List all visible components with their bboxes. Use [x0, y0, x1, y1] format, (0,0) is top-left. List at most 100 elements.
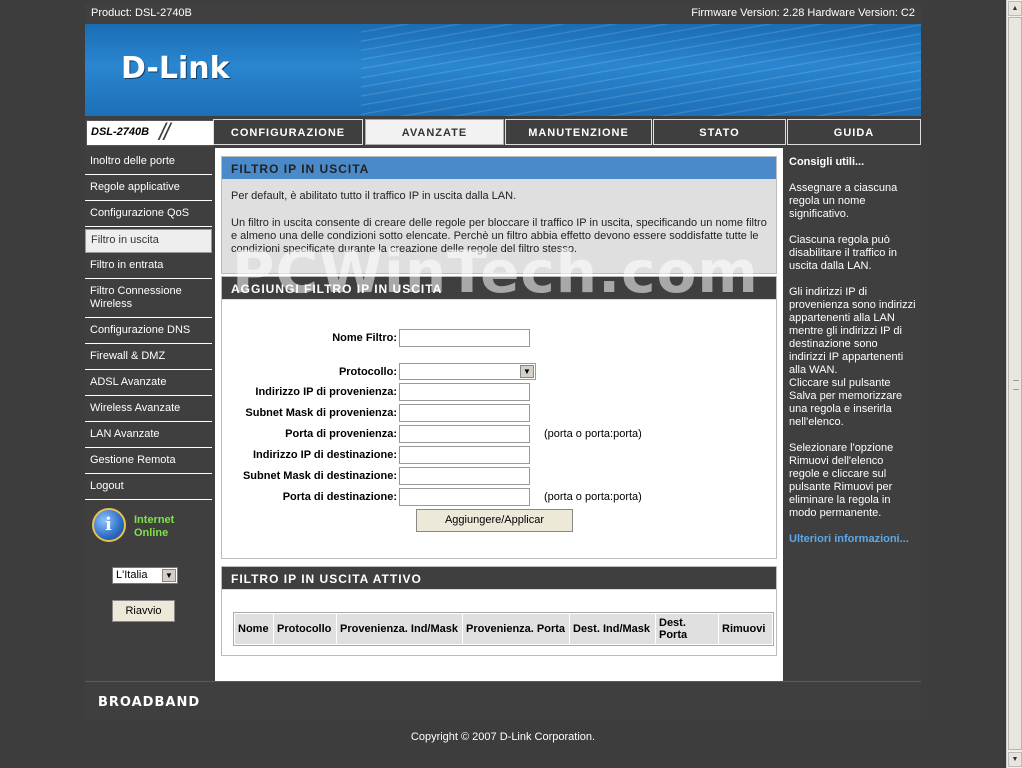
tab-manutenzione[interactable]: MANUTENZIONE: [505, 119, 652, 145]
filter-name-row: Nome Filtro:: [222, 329, 778, 349]
src-port-row: Porta di provenienza: (porta o porta:por…: [222, 425, 778, 445]
col-provenienza-porta: Provenienza. Porta: [463, 614, 569, 644]
slash-decoration-icon: //: [159, 119, 170, 146]
sidebar-item-lan-avanzate[interactable]: LAN Avanzate: [85, 424, 212, 448]
sidebar-item-filtro-entrata[interactable]: Filtro in entrata: [85, 255, 212, 279]
src-ip-label: Indirizzo IP di provenienza:: [255, 386, 397, 398]
language-select[interactable]: L'Italia ▼: [112, 567, 178, 584]
src-ip-row: Indirizzo IP di provenienza:: [222, 383, 778, 403]
active-filters-title: FILTRO IP IN USCITA ATTIVO: [222, 567, 776, 590]
sidebar-item-filtro-uscita[interactable]: Filtro in uscita: [85, 229, 212, 253]
col-dest-ind-mask: Dest. Ind/Mask: [570, 614, 655, 644]
router-page: Product: DSL-2740B Firmware Version: 2.2…: [85, 3, 921, 720]
intro-title: FILTRO IP IN USCITA: [222, 157, 776, 180]
sidebar-item-wireless-avanzate[interactable]: Wireless Avanzate: [85, 398, 212, 422]
add-filter-panel: AGGIUNGI FILTRO IP IN USCITA Nome Filtro…: [221, 276, 777, 559]
apply-button[interactable]: Aggiungere/Applicar: [416, 509, 573, 532]
src-ip-field[interactable]: [399, 383, 530, 401]
col-protocollo: Protocollo: [274, 614, 336, 644]
firmware-label: Firmware Version: 2.28 Hardware Version:…: [691, 7, 915, 19]
col-provenienza-ind-mask: Provenienza. Ind/Mask: [337, 614, 462, 644]
model-label: DSL-2740B: [91, 126, 150, 138]
help-panel: Consigli utili... Assegnare a ciascuna r…: [785, 148, 921, 681]
help-tip-5: Selezionare l'opzione Rimuovi dell'elenc…: [789, 442, 894, 519]
sidebar: Inoltro delle porte Regole applicative C…: [85, 148, 213, 681]
filter-name-field[interactable]: [399, 329, 530, 347]
intro-paragraph-1: Per default, è abilitato tutto il traffi…: [231, 190, 517, 202]
copyright-text: Copyright © 2007 D-Link Corporation.: [410, 731, 596, 743]
sidebar-item-configurazione-dns[interactable]: Configurazione DNS: [85, 320, 212, 344]
dst-mask-label: Subnet Mask di destinazione:: [242, 470, 397, 482]
protocol-label: Protocollo:: [338, 366, 397, 378]
help-title: Consigli utili...: [789, 156, 865, 168]
src-mask-row: Subnet Mask di provenienza:: [222, 404, 778, 424]
help-tip-1: Assegnare a ciascuna regola un nome sign…: [789, 182, 898, 220]
src-port-field[interactable]: [399, 425, 530, 443]
add-filter-title: AGGIUNGI FILTRO IP IN USCITA: [222, 277, 776, 300]
info-globe-icon: i: [92, 508, 126, 542]
sidebar-item-firewall-dmz[interactable]: Firewall & DMZ: [85, 346, 212, 370]
sidebar-item-filtro-wireless[interactable]: Filtro Connessione Wireless: [85, 281, 212, 318]
dst-mask-row: Subnet Mask di destinazione:: [222, 467, 778, 487]
sidebar-item-regole-applicative[interactable]: Regole applicative: [85, 177, 212, 201]
protocol-select[interactable]: ▼: [399, 363, 536, 380]
dst-port-label: Porta di destinazione:: [282, 491, 397, 503]
status-line-2: Online: [134, 527, 169, 539]
brand-banner: D-Link: [85, 24, 921, 116]
reboot-button[interactable]: Riavvio: [112, 600, 175, 622]
status-line-1: Internet: [134, 514, 175, 526]
tab-avanzate[interactable]: AVANZATE: [365, 119, 504, 145]
sidebar-item-gestione-remota[interactable]: Gestione Remota: [85, 450, 212, 474]
active-filters-table: Nome Protocollo Provenienza. Ind/Mask Pr…: [233, 612, 774, 646]
sidebar-item-adsl-avanzate[interactable]: ADSL Avanzate: [85, 372, 212, 396]
product-label: Product: DSL-2740B: [91, 7, 192, 19]
sidebar-item-logout[interactable]: Logout: [85, 476, 212, 500]
src-mask-label: Subnet Mask di provenienza:: [245, 407, 397, 419]
dlink-logo: D-Link: [121, 51, 230, 86]
dst-port-row: Porta di destinazione: (porta o porta:po…: [222, 488, 778, 508]
sidebar-item-configurazione-qos[interactable]: Configurazione QoS: [85, 203, 212, 227]
chevron-down-icon[interactable]: ▼: [162, 569, 176, 582]
tab-configurazione[interactable]: CONFIGURAZIONE: [213, 119, 363, 145]
main-navigation: DSL-2740B // CONFIGURAZIONE AVANZATE MAN…: [85, 116, 921, 147]
footer-bar: BROADBAND: [85, 681, 921, 720]
dst-mask-field[interactable]: [399, 467, 530, 485]
top-info-bar: Product: DSL-2740B Firmware Version: 2.2…: [85, 3, 921, 24]
language-value: L'Italia: [116, 569, 148, 581]
scroll-thumb[interactable]: [1008, 17, 1022, 750]
protocol-row: Protocollo: ▼: [222, 363, 778, 383]
scroll-up-icon[interactable]: ▲: [1008, 1, 1022, 16]
active-filters-panel: FILTRO IP IN USCITA ATTIVO Nome Protocol…: [221, 566, 777, 656]
dst-ip-field[interactable]: [399, 446, 530, 464]
more-info-link[interactable]: Ulteriori informazioni...: [789, 533, 917, 546]
tab-stato[interactable]: STATO: [653, 119, 786, 145]
vertical-scrollbar[interactable]: ▲ ▼: [1006, 0, 1022, 768]
dst-ip-label: Indirizzo IP di destinazione:: [252, 449, 397, 461]
src-mask-field[interactable]: [399, 404, 530, 422]
dst-ip-row: Indirizzo IP di destinazione:: [222, 446, 778, 466]
filter-name-label: Nome Filtro:: [332, 332, 397, 344]
dst-port-hint: (porta o porta:porta): [544, 491, 642, 503]
src-port-label: Porta di provenienza:: [285, 428, 397, 440]
help-tip-4: Cliccare sul pulsante Salva per memorizz…: [789, 377, 903, 428]
grip-icon: [1013, 380, 1019, 390]
help-tip-3: Gli indirizzi IP di provenienza sono ind…: [789, 286, 916, 376]
src-port-hint: (porta o porta:porta): [544, 428, 642, 440]
scroll-down-icon[interactable]: ▼: [1008, 752, 1022, 767]
intro-text: Per default, è abilitato tutto il traffi…: [222, 180, 776, 256]
chevron-down-icon[interactable]: ▼: [520, 365, 534, 378]
help-tip-2: Ciascuna regola può disabilitare il traf…: [789, 234, 898, 272]
main-content: FILTRO IP IN USCITA Per default, è abili…: [215, 148, 783, 681]
dst-port-field[interactable]: [399, 488, 530, 506]
intro-panel: FILTRO IP IN USCITA Per default, è abili…: [221, 156, 777, 274]
tab-guida[interactable]: GUIDA: [787, 119, 921, 145]
table-header-row: Nome Protocollo Provenienza. Ind/Mask Pr…: [235, 614, 772, 644]
banner-decoration: [361, 24, 921, 116]
col-nome: Nome: [235, 614, 273, 644]
col-rimuovi: Rimuovi: [719, 614, 772, 644]
sidebar-item-inoltro-porte[interactable]: Inoltro delle porte: [85, 151, 212, 175]
internet-status: Internet Online: [134, 514, 174, 540]
broadband-logo: BROADBAND: [98, 695, 201, 710]
model-badge: DSL-2740B //: [86, 119, 214, 146]
col-dest-porta: Dest. Porta: [656, 614, 718, 644]
